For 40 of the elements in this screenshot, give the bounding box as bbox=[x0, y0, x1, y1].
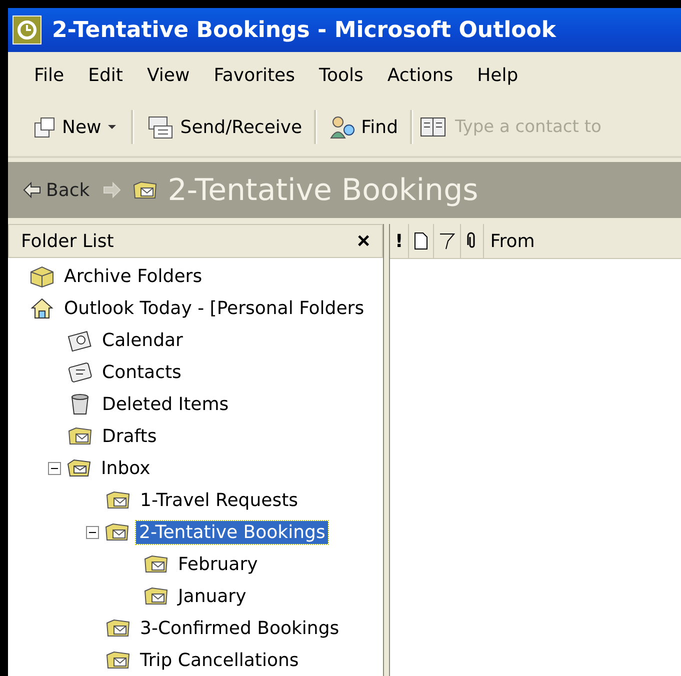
folder-item[interactable]: Calendar bbox=[99, 328, 186, 352]
send-receive-button[interactable]: Send/Receive bbox=[140, 110, 308, 144]
folder-item[interactable]: Archive Folders bbox=[61, 264, 206, 288]
pane-title: Folder List bbox=[21, 230, 114, 252]
folder-item[interactable]: Drafts bbox=[99, 424, 160, 448]
window-title: 2-Tentative Bookings - Microsoft Outlook bbox=[52, 18, 556, 42]
folder-item[interactable]: 2-Tentative Bookings bbox=[136, 520, 328, 544]
app-icon bbox=[12, 15, 42, 45]
menu-item[interactable]: File bbox=[24, 60, 74, 90]
menu-item[interactable]: Help bbox=[467, 60, 528, 90]
menu-item[interactable]: Tools bbox=[309, 60, 374, 90]
archive-box-icon bbox=[29, 264, 55, 288]
find-people-icon bbox=[329, 114, 358, 140]
collapse-toggle[interactable] bbox=[86, 526, 99, 538]
address-book-icon bbox=[419, 115, 448, 139]
contact-search-field[interactable]: Type a contact to bbox=[453, 116, 658, 138]
folder-banner-title: 2-Tentative Bookings bbox=[168, 172, 478, 208]
back-button[interactable]: Back bbox=[20, 178, 92, 202]
folder-item[interactable]: Trip Cancellations bbox=[137, 648, 302, 672]
menu-item[interactable]: Favorites bbox=[204, 60, 306, 90]
from-column-header[interactable]: From bbox=[484, 224, 681, 258]
folder-item[interactable]: 3-Confirmed Bookings bbox=[137, 616, 342, 640]
menu-item[interactable]: Edit bbox=[78, 60, 133, 90]
page-icon bbox=[414, 232, 428, 250]
close-button[interactable]: × bbox=[353, 230, 374, 252]
new-button[interactable]: New bbox=[26, 111, 126, 143]
folder-item[interactable]: Contacts bbox=[99, 360, 184, 384]
folder-item[interactable]: 1-Travel Requests bbox=[137, 488, 302, 512]
folder-item[interactable]: January bbox=[175, 584, 250, 608]
folder-item[interactable]: February bbox=[175, 552, 261, 576]
folder-item[interactable]: Deleted Items bbox=[99, 392, 232, 416]
house-icon bbox=[29, 296, 55, 320]
folder-item[interactable]: Inbox bbox=[98, 456, 154, 480]
back-arrow-icon bbox=[22, 181, 42, 199]
collapse-toggle[interactable] bbox=[48, 462, 61, 474]
menu-item[interactable]: View bbox=[136, 60, 200, 90]
menu-item[interactable]: Actions bbox=[377, 60, 464, 90]
importance-column-header[interactable]: ! bbox=[390, 224, 410, 258]
folder-item[interactable]: Outlook Today - [Personal Folders bbox=[61, 296, 368, 320]
find-button[interactable]: Find bbox=[323, 110, 404, 144]
